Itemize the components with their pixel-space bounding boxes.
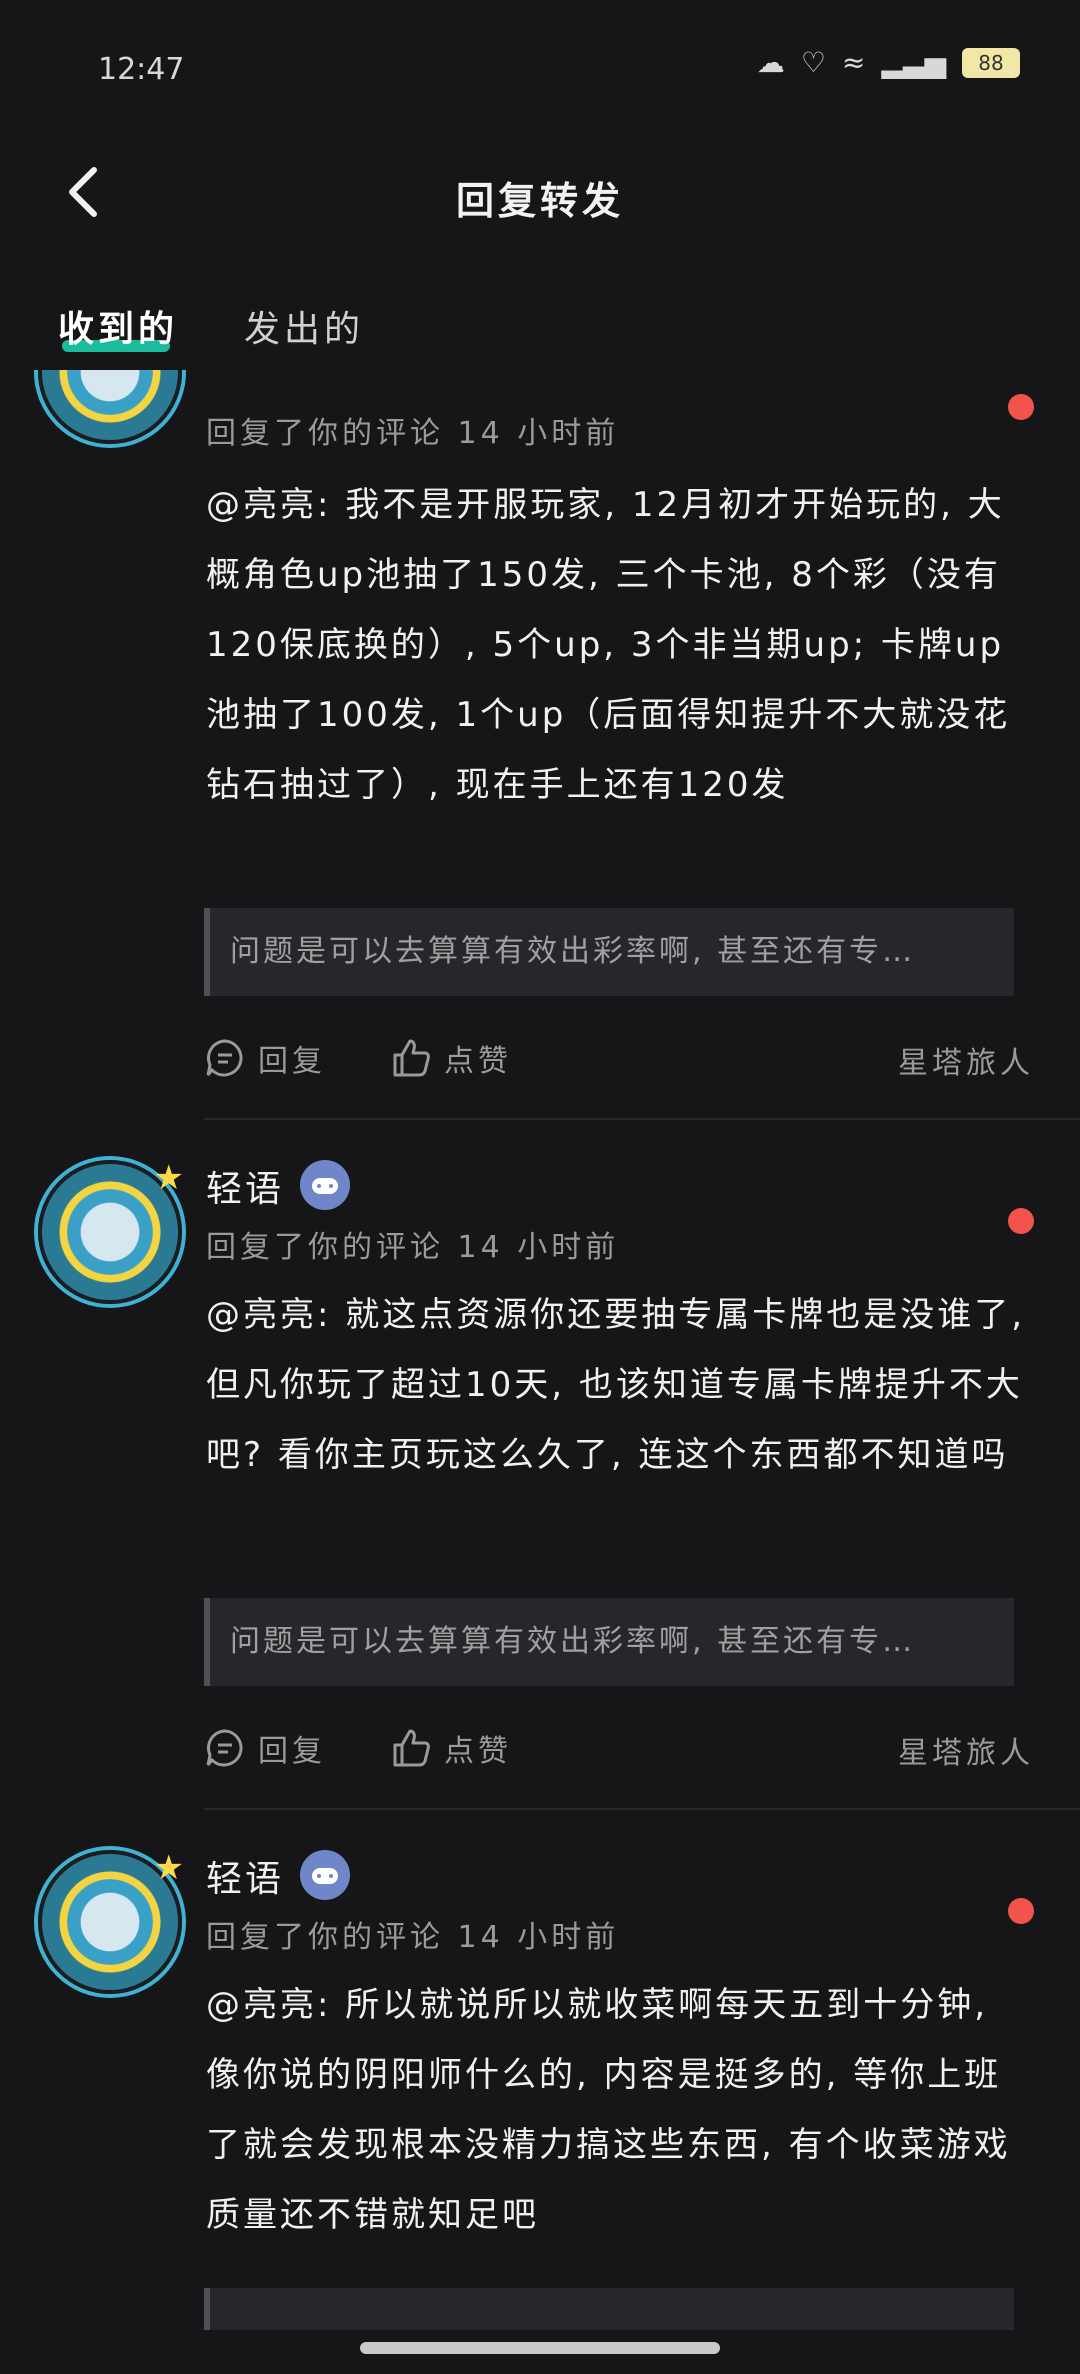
comment-text[interactable]: @亮亮: 我不是开服玩家, 12月初才开始玩的, 大概角色up池抽了150发, … bbox=[206, 470, 1026, 820]
divider bbox=[204, 1118, 1080, 1120]
avatar[interactable] bbox=[38, 370, 182, 444]
reply-meta: 回复了你的评论 14 小时前 bbox=[206, 1920, 620, 1955]
thumbs-up-icon bbox=[393, 1729, 430, 1767]
comment-text[interactable]: @亮亮: 所以就说所以就收菜啊每天五到十分钟, 像你说的阴阳师什么的, 内容是挺… bbox=[206, 1970, 1026, 2250]
like-label: 点赞 bbox=[444, 1734, 512, 1769]
status-bar: 12:47 ☁ ♡ ≈ ▂▃▅ 88 bbox=[0, 0, 1080, 110]
quoted-comment[interactable]: 问题是可以去算算有效出彩率啊, 甚至还有专… bbox=[204, 1598, 1014, 1686]
reply-meta: 回复了你的评论 14 小时前 bbox=[206, 1230, 620, 1265]
avatar[interactable]: ★ bbox=[38, 1848, 184, 1994]
divider bbox=[204, 1808, 1080, 1810]
quoted-comment[interactable]: 问题是可以去算算有效出彩率啊, 甚至还有专… bbox=[204, 908, 1014, 996]
reply-icon bbox=[206, 1729, 243, 1767]
status-icons: ☁ ♡ ≈ ▂▃▅ 88 bbox=[757, 46, 1020, 79]
signal-icon: ▂▃▅ bbox=[881, 46, 946, 79]
username[interactable]: 轻语 bbox=[206, 1850, 284, 1902]
star-decoration-icon: ★ bbox=[153, 1158, 184, 1198]
status-time: 12:47 bbox=[98, 52, 185, 87]
unread-dot bbox=[1008, 1898, 1034, 1924]
thumbs-up-icon bbox=[393, 1039, 430, 1077]
comment-text[interactable]: @亮亮: 就这点资源你还要抽专属卡牌也是没谁了, 但凡你玩了超过10天, 也该知… bbox=[206, 1280, 1026, 1490]
tab-sent[interactable]: 发出的 bbox=[244, 300, 364, 352]
username[interactable]: 轻语 bbox=[206, 1160, 284, 1212]
reply-feed: 回复了你的评论 14 小时前 @亮亮: 我不是开服玩家, 12月初才开始玩的, … bbox=[0, 370, 1080, 2330]
tabs: 收到的 发出的 bbox=[0, 290, 1080, 360]
wifi-icon: ≈ bbox=[841, 46, 866, 79]
reply-label: 回复 bbox=[258, 1044, 326, 1079]
reply-button[interactable]: 回复 bbox=[204, 1718, 326, 1778]
reply-meta: 回复了你的评论 14 小时前 bbox=[206, 416, 620, 451]
star-decoration-icon: ★ bbox=[153, 1848, 184, 1888]
page-title: 回复转发 bbox=[455, 179, 624, 223]
like-label: 点赞 bbox=[444, 1044, 512, 1079]
reply-button[interactable]: 回复 bbox=[204, 1028, 326, 1088]
unread-dot bbox=[1008, 394, 1034, 420]
notification-icon: ☁ bbox=[756, 46, 785, 79]
source-game[interactable]: 星塔旅人 bbox=[898, 1038, 1034, 1082]
battery-indicator: 88 bbox=[962, 47, 1020, 78]
like-button[interactable]: 点赞 bbox=[390, 1028, 512, 1088]
reply-icon bbox=[206, 1039, 243, 1077]
avatar[interactable]: ★ bbox=[38, 1158, 184, 1304]
action-bar: 回复 点赞 星塔旅人 bbox=[204, 1718, 1034, 1778]
game-badge-icon bbox=[300, 1160, 350, 1210]
unread-dot bbox=[1008, 1208, 1034, 1234]
quoted-comment[interactable] bbox=[204, 2288, 1014, 2330]
reply-label: 回复 bbox=[258, 1734, 326, 1769]
action-bar: 回复 点赞 星塔旅人 bbox=[204, 1028, 1034, 1088]
like-button[interactable]: 点赞 bbox=[390, 1718, 512, 1778]
header: 回复转发 bbox=[0, 150, 1080, 240]
game-badge-icon bbox=[300, 1850, 350, 1900]
tab-received[interactable]: 收到的 bbox=[58, 300, 178, 352]
alarm-icon: ♡ bbox=[800, 46, 826, 79]
home-indicator[interactable] bbox=[360, 2342, 720, 2354]
source-game[interactable]: 星塔旅人 bbox=[898, 1728, 1034, 1772]
